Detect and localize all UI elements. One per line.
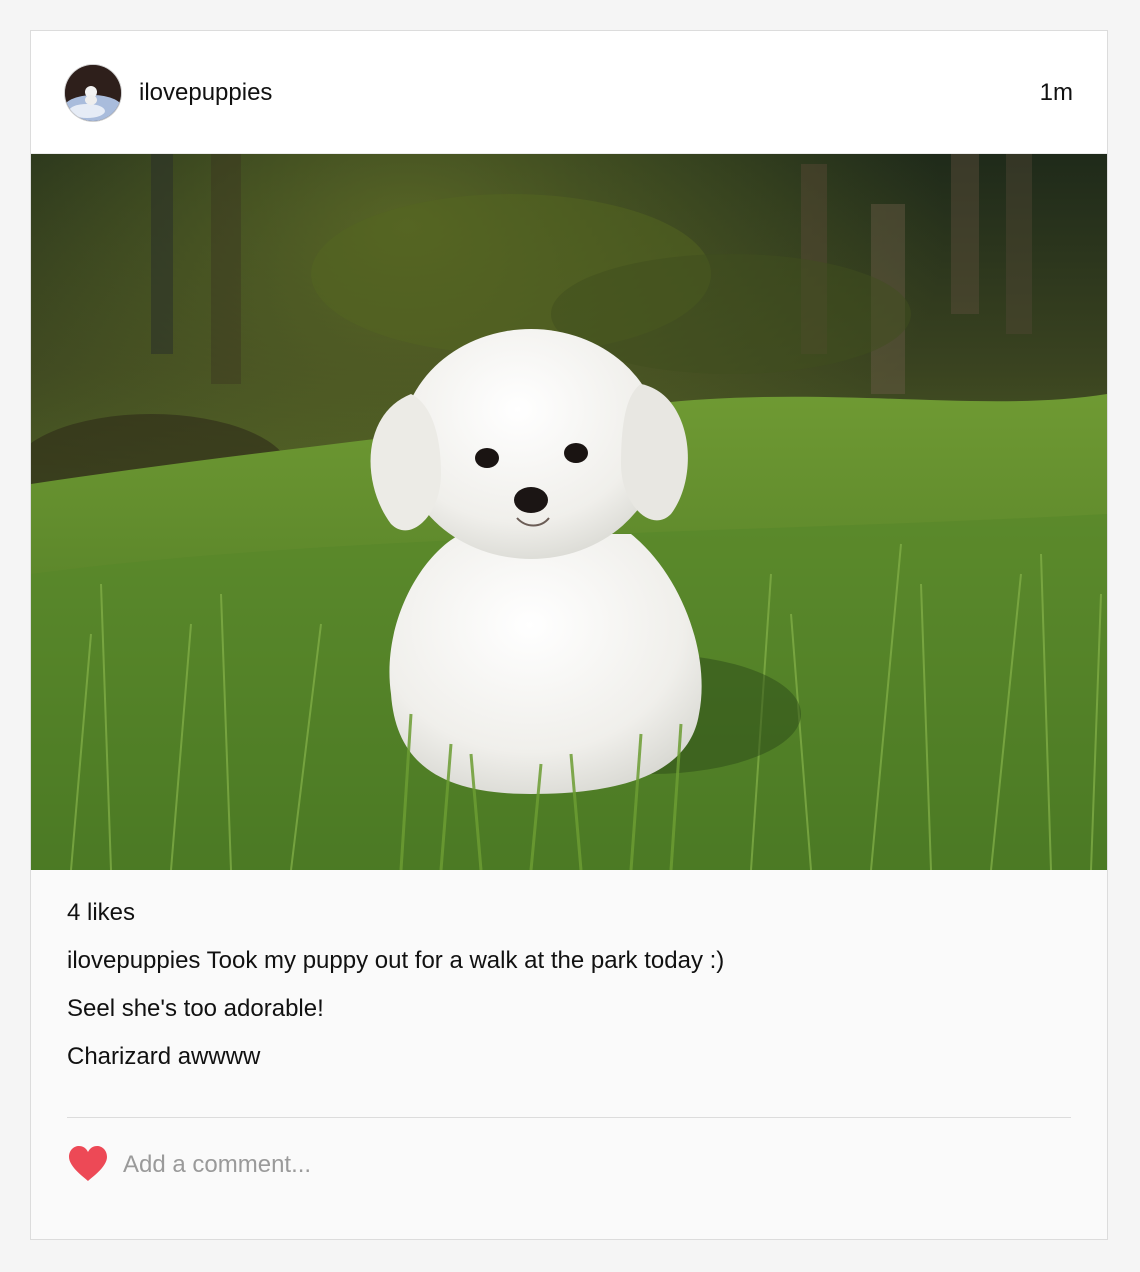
likes-count: 4 likes (67, 899, 136, 926)
post-body: 4 likes ilovepuppies Took my puppy out f… (67, 899, 1071, 1091)
comment-item: Charizard awwww (67, 1043, 261, 1070)
heart-icon[interactable] (67, 1145, 109, 1183)
like-heart-icon (69, 1146, 107, 1181)
comment-item: Seel she's too adorable! (67, 995, 324, 1022)
post-header: ilovepuppies 1m (31, 31, 1107, 154)
caption-author[interactable]: ilovepuppies (67, 947, 200, 974)
caption: ilovepuppies Took my puppy out for a wal… (67, 947, 1071, 995)
post-card: ilovepuppies 1m 4 likes ilovepuppies Too… (30, 30, 1108, 1240)
post-username[interactable]: ilovepuppies (139, 79, 272, 107)
caption-text: Took my puppy out for a walk at the park… (206, 947, 725, 974)
avatar-image (65, 65, 121, 121)
post-photo[interactable] (31, 154, 1107, 870)
puppy-photo (31, 154, 1107, 870)
comment-input[interactable] (123, 1149, 1023, 1181)
post-timestamp: 1m (1039, 79, 1073, 106)
post-actions (67, 1145, 1071, 1189)
comment-divider (67, 1117, 1071, 1118)
avatar[interactable] (65, 65, 121, 121)
